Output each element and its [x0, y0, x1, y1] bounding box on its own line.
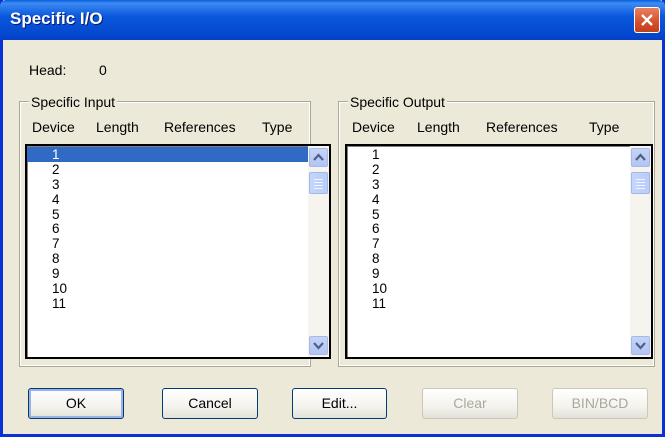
head-value: 0	[99, 62, 107, 78]
ok-button[interactable]: OK	[28, 388, 124, 419]
edit-button[interactable]: Edit...	[292, 388, 387, 419]
specific-output-title: Specific Output	[348, 93, 447, 111]
output-scroll-thumb[interactable]	[631, 172, 650, 194]
specific-output-list[interactable]: 1 2 3 4 5 6 7 8 9 10 11	[345, 144, 653, 359]
list-item[interactable]: 8	[347, 251, 651, 266]
list-item[interactable]: 6	[347, 221, 651, 237]
list-item[interactable]: 4	[347, 192, 651, 207]
list-item[interactable]: 8	[27, 251, 329, 266]
list-item[interactable]: 7	[347, 236, 651, 251]
list-item[interactable]: 7	[27, 236, 329, 251]
scroll-up-icon	[635, 153, 646, 161]
list-item[interactable]: 5	[27, 207, 329, 222]
list-item[interactable]: 3	[27, 177, 329, 192]
output-col-type: Type	[589, 119, 620, 135]
input-col-references: References	[164, 119, 236, 135]
input-scroll-up-button[interactable]	[309, 148, 328, 167]
window-title: Specific I/O	[10, 9, 103, 28]
input-scroll-thumb[interactable]	[309, 172, 328, 194]
bin-bcd-button[interactable]: BIN/BCD	[552, 388, 648, 419]
list-item[interactable]: 11	[27, 296, 329, 311]
list-item[interactable]: 2	[347, 162, 651, 177]
output-col-length: Length	[417, 119, 460, 135]
list-item[interactable]: 3	[347, 177, 651, 192]
output-col-device: Device	[352, 119, 395, 135]
list-item[interactable]: 9	[27, 266, 329, 281]
clear-button[interactable]: Clear	[422, 388, 518, 419]
list-item[interactable]: 1	[347, 147, 651, 162]
list-item[interactable]: 2	[27, 162, 329, 177]
output-scroll-up-button[interactable]	[631, 148, 650, 167]
output-col-references: References	[486, 119, 558, 135]
scroll-down-icon	[635, 342, 646, 350]
input-scroll-down-button[interactable]	[309, 336, 328, 355]
output-scrollbar[interactable]	[630, 146, 651, 357]
close-button[interactable]	[634, 7, 660, 33]
list-item[interactable]: 1	[27, 147, 329, 162]
input-col-type: Type	[262, 119, 293, 135]
scroll-down-icon	[313, 342, 324, 350]
cancel-button[interactable]: Cancel	[162, 388, 258, 419]
title-bar[interactable]: Specific I/O	[0, 0, 665, 40]
close-icon	[641, 14, 653, 26]
specific-input-list[interactable]: 1 2 3 4 5 6 7 8 9 10 11	[25, 144, 331, 359]
input-col-device: Device	[32, 119, 75, 135]
list-item[interactable]: 9	[347, 266, 651, 281]
list-item[interactable]: 10	[347, 281, 651, 296]
scroll-up-icon	[313, 153, 324, 161]
list-item[interactable]: 5	[347, 207, 651, 222]
list-item[interactable]: 6	[27, 221, 329, 237]
list-item[interactable]: 11	[347, 296, 651, 311]
input-col-length: Length	[96, 119, 139, 135]
output-scroll-down-button[interactable]	[631, 336, 650, 355]
list-item[interactable]: 4	[27, 192, 329, 207]
head-label: Head:	[29, 62, 67, 78]
input-scrollbar[interactable]	[308, 146, 329, 357]
list-item[interactable]: 10	[27, 281, 329, 296]
specific-input-title: Specific Input	[29, 93, 118, 111]
